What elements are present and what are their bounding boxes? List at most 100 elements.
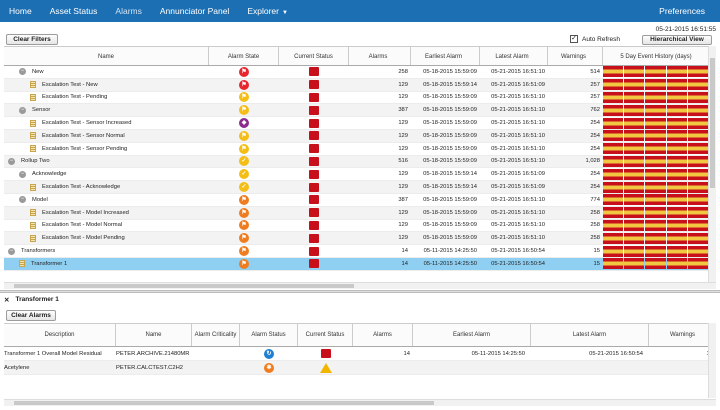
current-status-icon [309, 80, 319, 90]
nav-annunciator-panel[interactable]: Annunciator Panel [151, 0, 238, 22]
history-day [645, 168, 666, 180]
table-row[interactable]: Escalation Test - Sensor Normal ⚑ 129 05-18… [4, 129, 716, 143]
history-day [687, 130, 709, 142]
scroll-thumb[interactable] [14, 401, 434, 405]
table-row[interactable]: − Rollup Two ✓ 516 05-18-2015 15:59:09 05-21-… [4, 155, 716, 169]
row-earliest-alarm: 05-18-2015 15:59:09 [423, 209, 477, 216]
col-alarms[interactable]: Alarms [349, 47, 411, 65]
history-day [666, 66, 687, 78]
panel-splitter[interactable] [0, 290, 720, 293]
auto-refresh-checkbox[interactable]: ✓ [570, 35, 578, 43]
close-icon[interactable]: ✕ [4, 296, 9, 304]
collapse-icon[interactable]: − [19, 68, 26, 76]
auto-refresh-toggle[interactable]: ✓ Auto Refresh [570, 35, 620, 43]
row-warnings: 258 [590, 222, 600, 229]
nav-explorer[interactable]: Explorer ▼ [238, 0, 297, 22]
table-row[interactable]: − Sensor ⚑ 387 05-18-2015 15:59:09 05-21-2015… [4, 104, 716, 118]
col-alarm-status[interactable]: Alarm Status [240, 324, 298, 346]
nav-home[interactable]: Home [0, 0, 41, 22]
table-row[interactable]: − Model ⚑ 387 05-18-2015 15:59:09 05-21-2015 … [4, 194, 716, 207]
collapse-icon[interactable]: − [19, 196, 26, 204]
history-day [624, 219, 645, 231]
grid-body: − New ⚑ 258 05-18-2015 15:59:09 05-21-2015 16… [4, 66, 716, 271]
alarm-state-icon: ⚑ [239, 220, 249, 231]
table-row[interactable]: Escalation Test - Model Normal ⚑ 129 05-18-… [4, 219, 716, 233]
table-row[interactable]: Escalation Test - Sensor Pending ⚑ 129 05-1… [4, 143, 716, 156]
detail-vertical-scrollbar[interactable] [708, 323, 716, 398]
table-row[interactable]: Acetylene PETER.CALCTEST.C2H2 ✱ 1 [4, 361, 716, 375]
table-row[interactable]: Transformer 1 ⚑ 14 05-11-2015 14:25:50 05-21… [4, 257, 716, 271]
col-name[interactable]: Name [116, 324, 192, 346]
col-latest-alarm[interactable]: Latest Alarm [480, 47, 548, 65]
clear-alarms-button[interactable]: Clear Alarms [6, 310, 56, 321]
table-row[interactable]: Escalation Test - New ⚑ 129 05-18-2015 15:5… [4, 78, 716, 92]
table-row[interactable]: Transformer 1 Overall Model Residual PETE… [4, 347, 716, 361]
grid-vertical-scrollbar[interactable] [708, 46, 716, 282]
row-latest-alarm: 05-21-2015 16:51:10 [491, 222, 545, 229]
row-latest-alarm: 05-21-2015 16:50:54 [491, 260, 545, 267]
history-day [687, 79, 709, 91]
col-current-status[interactable]: Current Status [298, 324, 353, 346]
asset-icon [19, 260, 25, 268]
collapse-icon[interactable]: − [19, 106, 26, 114]
col-description[interactable]: Description [4, 324, 116, 346]
alarm-state-icon: ⚑ [239, 246, 249, 257]
col-alarm-criticality[interactable]: Alarm Criticality [192, 324, 240, 346]
history-day [603, 66, 624, 78]
grid-horizontal-scrollbar[interactable] [4, 282, 716, 289]
nav-preferences[interactable]: Preferences [650, 0, 714, 22]
row-alarms: 14 [401, 248, 408, 255]
history-day [624, 194, 645, 206]
table-row[interactable]: Escalation Test - Model Pending ⚑ 129 05-18… [4, 232, 716, 246]
scroll-thumb[interactable] [14, 284, 354, 288]
table-row[interactable]: Escalation Test - Sensor Increased ◆ 129 05… [4, 117, 716, 130]
clear-filters-button[interactable]: Clear Filters [6, 34, 58, 45]
event-history-bar [603, 66, 709, 78]
col-latest-alarm[interactable]: Latest Alarm [531, 324, 649, 346]
table-row[interactable]: − New ⚑ 258 05-18-2015 15:59:09 05-21-2015 16… [4, 66, 716, 79]
row-latest-alarm: 05-21-2015 16:51:10 [491, 68, 545, 75]
col-warnings[interactable]: Warnings [548, 47, 603, 65]
row-name: Rollup Two [21, 158, 50, 165]
col-warnings[interactable]: Warnings [649, 324, 716, 346]
history-day [666, 181, 687, 193]
table-row[interactable]: − Transformers ⚑ 14 05-11-2015 14:25:50 05-21… [4, 245, 716, 258]
view-select[interactable]: Hierarchical View [642, 35, 712, 45]
row-latest-alarm: 05-21-2015 16:51:09 [491, 171, 545, 178]
col-alarm-state[interactable]: Alarm State [209, 47, 279, 65]
row-name: PETER.CALCTEST.C2H2 [116, 364, 184, 371]
nav-alarms[interactable]: Alarms [106, 0, 150, 22]
history-day [687, 219, 709, 231]
row-earliest-alarm: 05-18-2015 15:59:14 [423, 171, 477, 178]
col-alarms[interactable]: Alarms [353, 324, 413, 346]
history-day [666, 143, 687, 155]
history-day [624, 104, 645, 116]
current-status-icon [309, 92, 319, 102]
alarm-state-icon: ⚑ [239, 66, 249, 77]
row-warnings: 762 [590, 107, 600, 114]
nav-asset-status[interactable]: Asset Status [41, 0, 107, 22]
history-day [603, 245, 624, 257]
col-earliest-alarm[interactable]: Earliest Alarm [411, 47, 480, 65]
collapse-icon[interactable]: − [19, 170, 26, 178]
row-name: Transformers [21, 248, 56, 255]
table-row[interactable]: Escalation Test - Pending ⚑ 129 05-18-2015 … [4, 91, 716, 105]
col-current-status[interactable]: Current Status [279, 47, 349, 65]
collapse-icon[interactable]: − [8, 157, 15, 165]
row-alarms: 129 [398, 145, 408, 152]
collapse-icon[interactable]: − [8, 247, 15, 255]
row-alarms: 129 [398, 81, 408, 88]
detail-panel-header: ✕ Transformer 1 [4, 296, 59, 304]
timestamp: 05-21-2015 16:51:55 [655, 26, 716, 33]
table-row[interactable]: − Acknowledge ✓ 129 05-18-2015 15:59:14 05-21… [4, 168, 716, 182]
detail-horizontal-scrollbar[interactable] [4, 399, 716, 406]
scroll-thumb[interactable] [710, 58, 715, 188]
col-earliest-alarm[interactable]: Earliest Alarm [413, 324, 531, 346]
alarm-state-icon: ✓ [239, 156, 249, 167]
table-row[interactable]: Escalation Test - Acknowledge ✓ 129 05-18-2… [4, 181, 716, 194]
event-history-bar [603, 168, 709, 180]
table-row[interactable]: Escalation Test - Model Increased ⚑ 129 05-… [4, 206, 716, 220]
col-name[interactable]: Name [4, 47, 209, 65]
col-history[interactable]: 5 Day Event History (days) [603, 47, 709, 65]
history-day [645, 207, 666, 219]
